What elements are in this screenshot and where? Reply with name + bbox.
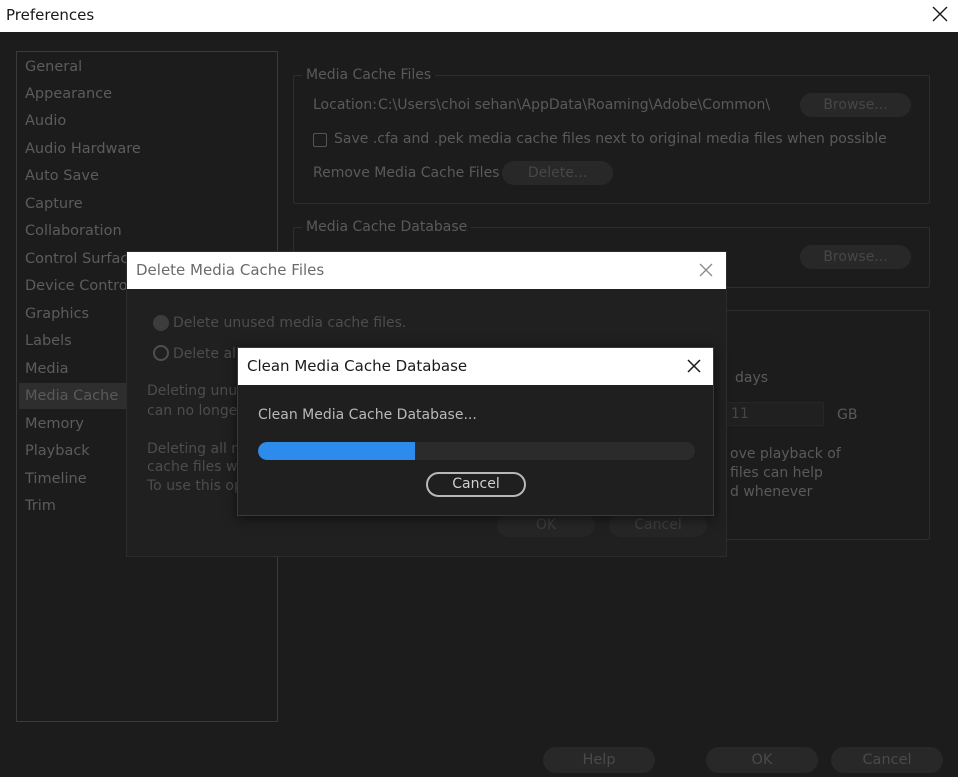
location-label: Location:	[313, 97, 377, 113]
delete-unused-label: Delete unused media cache files.	[173, 315, 407, 331]
delete-dialog-title: Delete Media Cache Files	[136, 261, 325, 279]
cache-note-line-2: files can help	[730, 465, 823, 481]
clean-media-cache-dialog: Clean Media Cache Database Clean Media C…	[237, 347, 714, 516]
sidebar-item-auto-save[interactable]: Auto Save	[19, 163, 277, 189]
sidebar-item-appearance[interactable]: Appearance	[19, 81, 277, 107]
delete-dialog-ok-button[interactable]: OK	[497, 513, 595, 537]
save-next-to-media-label: Save .cfa and .pek media cache files nex…	[334, 131, 887, 147]
size-unit-label: GB	[837, 407, 858, 423]
clean-cancel-button[interactable]: Cancel	[426, 472, 526, 497]
media-cache-database-legend: Media Cache Database	[302, 218, 472, 236]
window-titlebar: Preferences	[0, 0, 958, 32]
delete-cache-button[interactable]: Delete...	[502, 161, 613, 185]
clean-dialog-close-icon[interactable]	[685, 357, 703, 375]
sidebar-item-general[interactable]: General	[19, 54, 277, 80]
delete-all-desc-3: To use this opt	[147, 478, 249, 494]
cancel-button[interactable]: Cancel	[831, 747, 943, 773]
window-title: Preferences	[6, 6, 95, 24]
sidebar-item-media-cache[interactable]: Media Cache	[19, 383, 127, 409]
delete-dialog-titlebar: Delete Media Cache Files	[127, 252, 726, 289]
clean-progress-fill	[258, 442, 416, 460]
delete-dialog-cancel-button[interactable]: Cancel	[609, 513, 707, 537]
sidebar-item-audio-hardware[interactable]: Audio Hardware	[19, 136, 277, 162]
help-button[interactable]: Help	[543, 747, 655, 773]
location-path: C:\Users\choi sehan\AppData\Roaming\Adob…	[378, 97, 771, 113]
sidebar-item-audio[interactable]: Audio	[19, 108, 277, 134]
remove-media-cache-label: Remove Media Cache Files	[313, 165, 500, 181]
clean-dialog-title: Clean Media Cache Database	[247, 357, 468, 375]
delete-all-label: Delete all	[173, 346, 240, 362]
window-close-icon[interactable]	[930, 4, 950, 24]
media-cache-files-legend: Media Cache Files	[302, 66, 436, 84]
delete-all-radio[interactable]	[153, 345, 169, 361]
media-cache-database-browse-button[interactable]: Browse...	[800, 245, 911, 269]
delete-unused-radio[interactable]	[153, 315, 169, 331]
days-unit-label: days	[735, 370, 769, 386]
media-cache-files-browse-button[interactable]: Browse...	[800, 93, 911, 117]
sidebar-item-capture[interactable]: Capture	[19, 191, 277, 217]
save-next-to-media-checkbox[interactable]	[313, 133, 327, 147]
cache-note-line-3: d whenever	[730, 484, 813, 500]
clean-dialog-titlebar: Clean Media Cache Database	[238, 348, 713, 385]
clean-status-text: Clean Media Cache Database...	[258, 407, 477, 423]
cache-size-field[interactable]: 11	[722, 402, 824, 426]
delete-dialog-close-icon[interactable]	[698, 262, 714, 278]
cache-note-line-1: ove playback of	[730, 446, 841, 462]
delete-all-desc-2: cache files will	[147, 459, 250, 475]
sidebar-item-collaboration[interactable]: Collaboration	[19, 218, 277, 244]
clean-progress-bar	[258, 442, 695, 460]
ok-button[interactable]: OK	[706, 747, 818, 773]
